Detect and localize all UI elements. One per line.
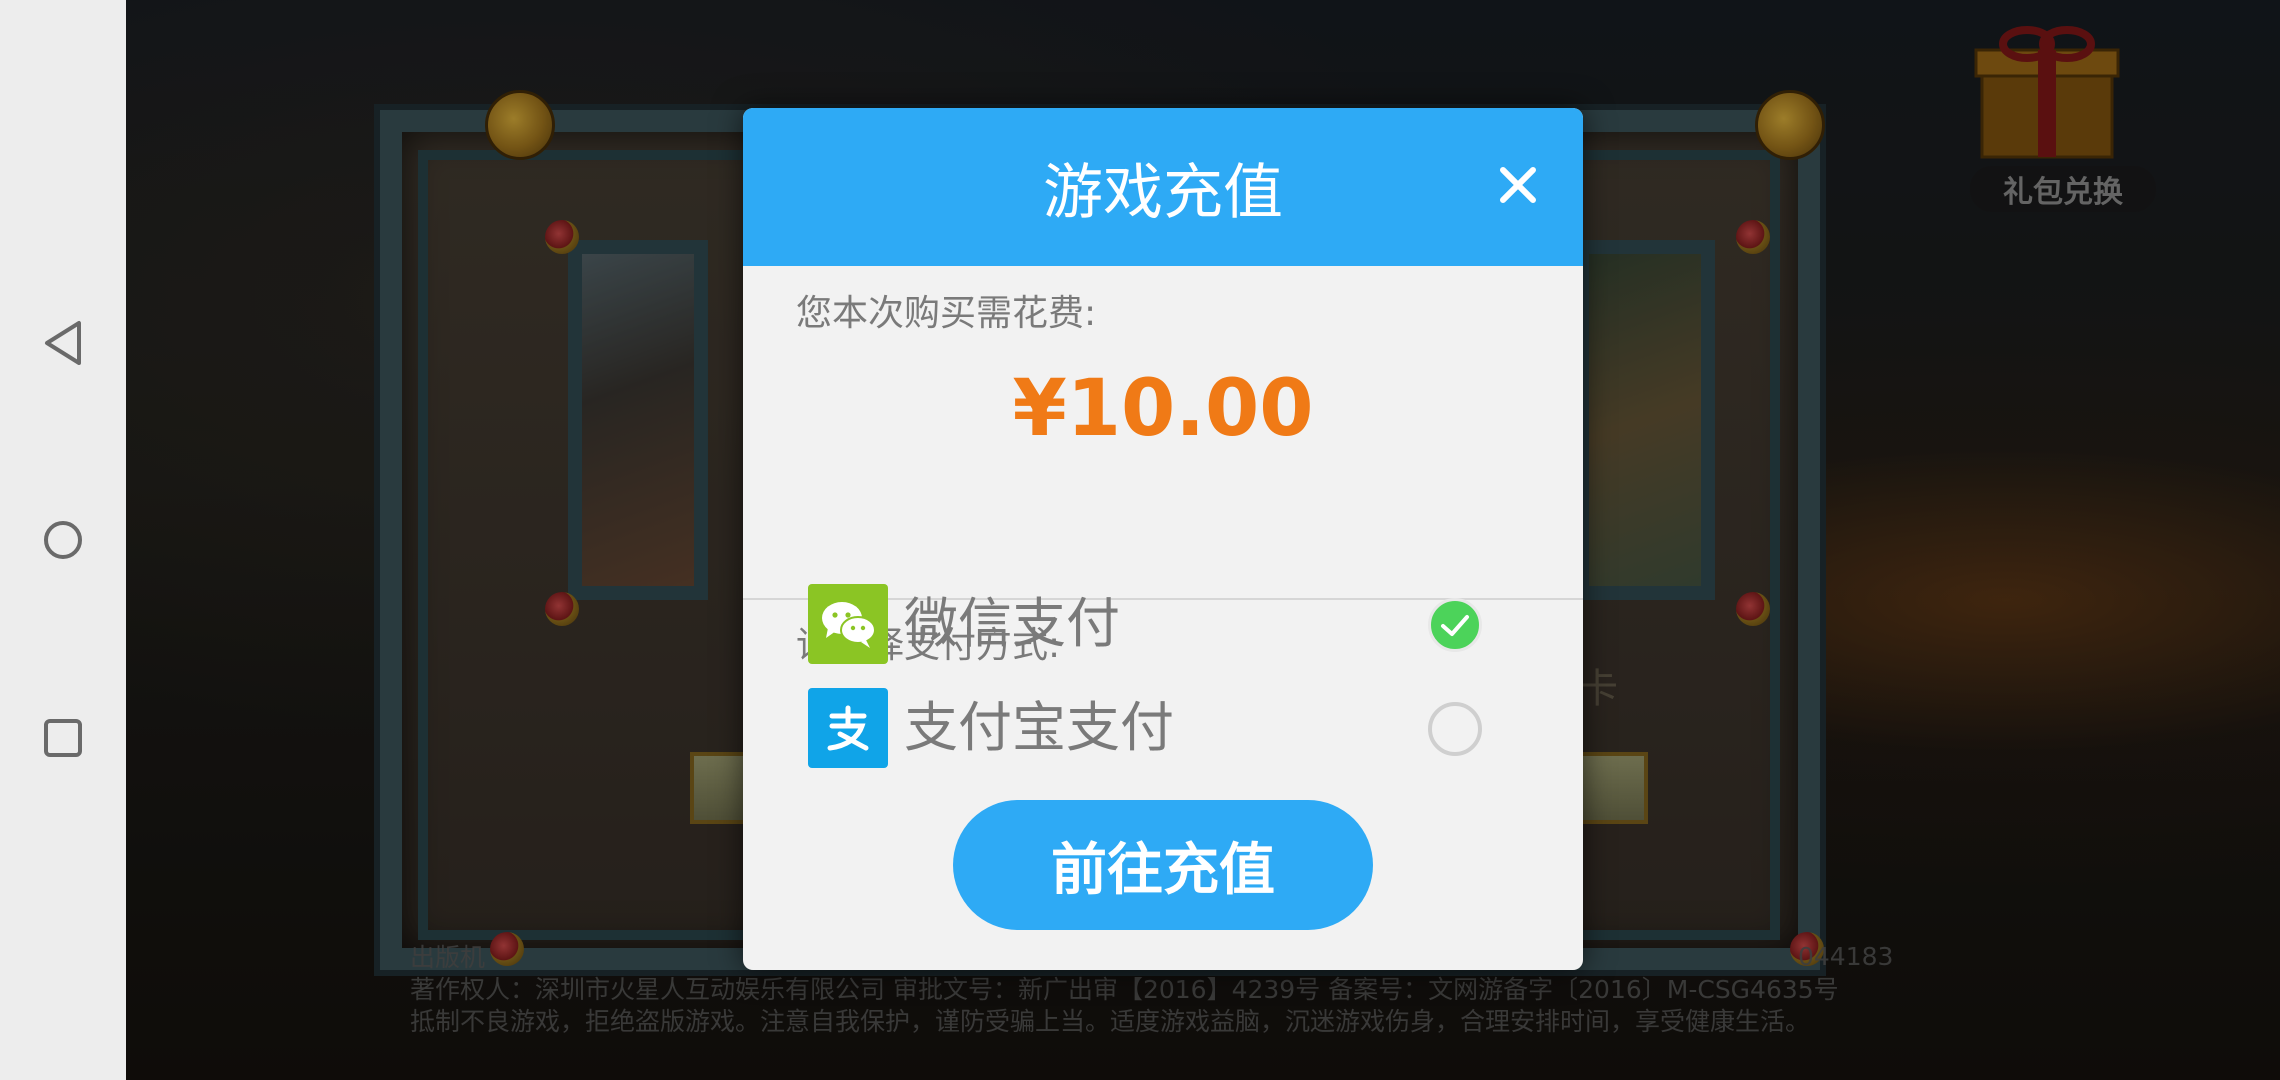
dialog-title: 游戏充值 — [1043, 157, 1283, 228]
go-recharge-button[interactable]: 前往充值 — [953, 800, 1373, 930]
close-icon[interactable] — [1493, 160, 1543, 210]
payment-option-alipay[interactable]: 支付宝支付 — [808, 688, 1528, 768]
alipay-icon — [808, 688, 888, 768]
unselected-radio-icon[interactable] — [1428, 702, 1482, 756]
recharge-dialog: 游戏充值 您本次购买需花费: ¥10.00 请选择支付方式: 微信支付 支付宝支… — [743, 108, 1583, 970]
selected-check-icon[interactable] — [1428, 598, 1482, 652]
recents-square-icon[interactable] — [38, 713, 88, 763]
payment-option-wechat[interactable]: 微信支付 — [808, 584, 1528, 664]
android-nav-bar — [0, 0, 126, 1080]
wechat-icon — [808, 584, 888, 664]
price-amount: ¥10.00 — [1012, 364, 1314, 436]
back-triangle-icon[interactable] — [38, 318, 88, 368]
cost-label: 您本次购买需花费: — [796, 293, 1097, 334]
home-circle-icon[interactable] — [38, 515, 88, 565]
wechat-pay-label: 微信支付 — [904, 592, 1120, 655]
alipay-pay-label: 支付宝支付 — [904, 696, 1174, 759]
